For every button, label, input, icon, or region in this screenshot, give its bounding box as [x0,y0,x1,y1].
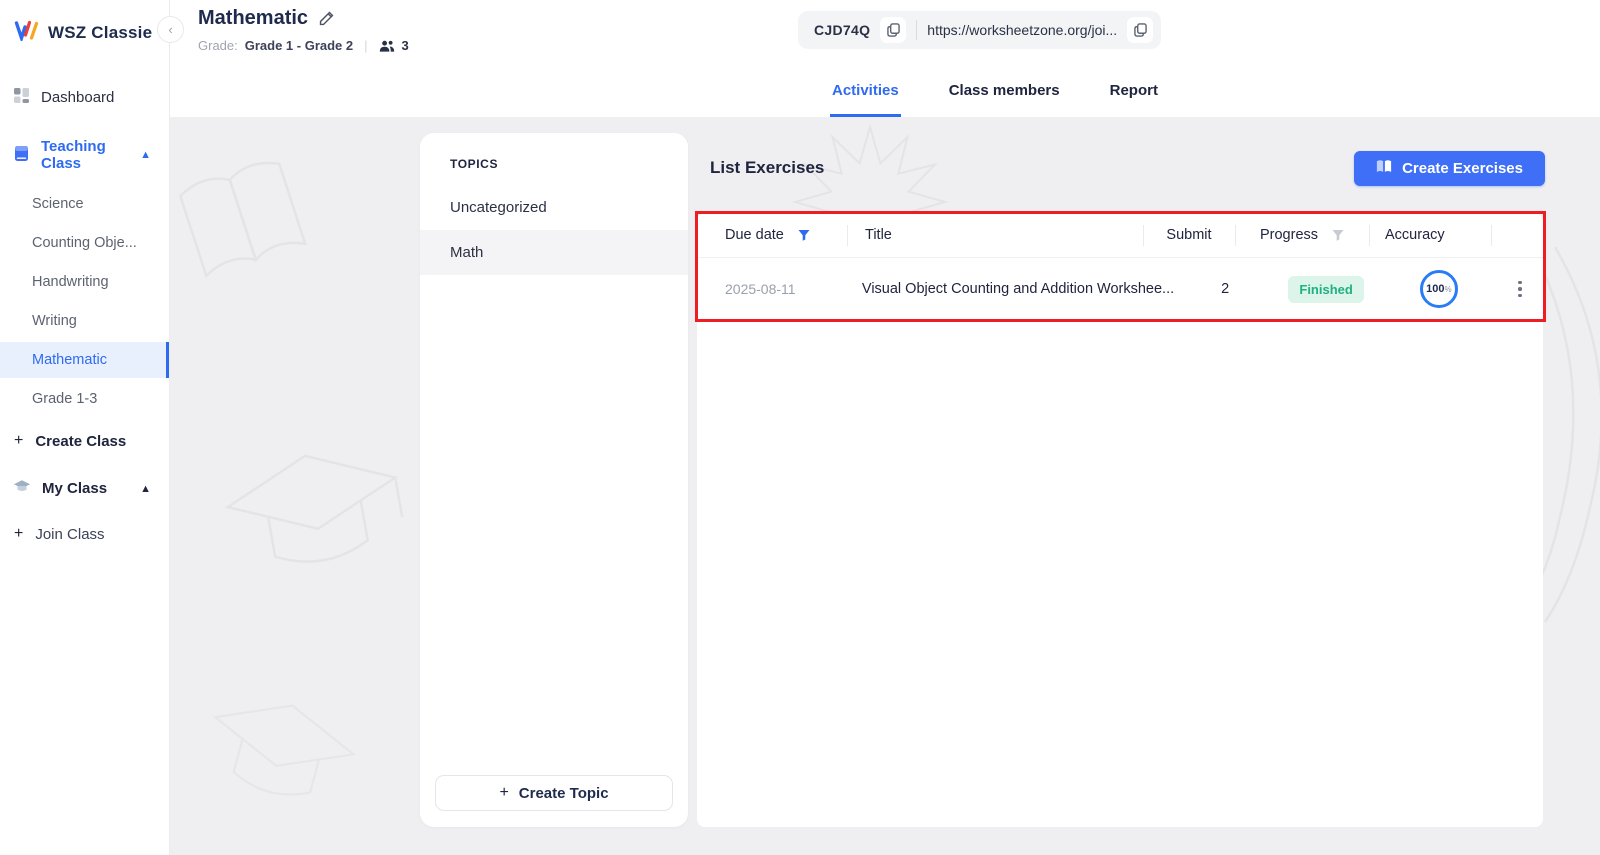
members-icon [379,39,395,53]
topics-panel: TOPICS Uncategorized Math + Create Topic [420,133,688,827]
col-submit: Submit [1166,227,1212,243]
chevron-up-icon: ▲ [140,149,151,161]
sidebar-item-grade-1-3[interactable]: Grade 1-3 [0,381,169,417]
exercise-title[interactable]: Visual Object Counting and Addition Work… [852,281,1184,297]
sidebar-item-teaching-class[interactable]: Teaching Class ▲ [0,127,169,183]
sidebar-item-writing[interactable]: Writing [0,303,169,339]
create-exercises-button[interactable]: Create Exercises [1354,150,1545,186]
table-header-row: Due date Title Submit Progress Accuracy [697,213,1543,258]
exercises-table: Due date Title Submit Progress Accuracy … [697,213,1543,827]
sidebar-item-mathematic[interactable]: Mathematic [0,342,169,378]
sidebar-item-label: Dashboard [41,89,115,106]
filter-icon-due-date[interactable] [798,229,810,241]
accuracy-unit: % [1444,284,1452,294]
tab-report[interactable]: Report [1108,78,1160,117]
plus-icon: + [14,525,24,542]
filter-icon-progress[interactable] [1332,229,1344,241]
class-meta: Grade: Grade 1 - Grade 2 | 3 [198,38,409,53]
plus-icon: + [499,784,509,801]
create-topic-button[interactable]: + Create Topic [435,775,673,811]
due-date-value: 2025-08-11 [725,281,796,297]
tab-bar: Activities Class members Report [830,78,1160,117]
share-divider [916,20,918,40]
member-count: 3 [401,38,409,53]
topic-item-uncategorized[interactable]: Uncategorized [420,185,688,230]
sidebar-item-my-class[interactable]: My Class ▲ [0,468,169,509]
my-class-icon [13,479,31,498]
top-header: Mathematic Grade: Grade 1 - Grade 2 | 3 … [170,0,1600,117]
brand-logo-icon [14,20,39,46]
brand: WSZ Classie [0,0,169,46]
class-code: CJD74Q [814,22,871,38]
edit-title-icon[interactable] [318,10,335,27]
teaching-class-icon [13,145,30,166]
chevron-up-icon: ▲ [140,482,151,495]
share-box: CJD74Q https://worksheetzone.org/joi... [798,11,1162,49]
accuracy-value: 100 [1426,283,1445,295]
status-badge: Finished [1288,275,1364,303]
brand-name: WSZ Classie [48,23,153,42]
create-class-button[interactable]: + Create Class [0,420,169,462]
page-title: Mathematic [198,7,309,29]
col-progress: Progress [1259,227,1319,243]
sidebar-item-handwriting[interactable]: Handwriting [0,264,169,300]
my-class-label: My Class [42,480,108,497]
grade-label: Grade: [198,38,238,53]
col-accuracy: Accuracy [1385,227,1445,243]
sidebar-item-science[interactable]: Science [0,186,169,222]
sidebar-nav: Dashboard Teaching Class ▲ Science Count… [0,76,169,555]
tab-class-members[interactable]: Class members [947,78,1062,117]
sidebar-collapse-button[interactable]: ‹ [157,16,184,43]
graduation-cap-doodle [208,422,421,603]
col-title: Title [865,227,892,243]
accuracy-ring: 100 % [1419,270,1458,308]
col-due-date: Due date [725,227,784,243]
book-doodle [170,140,325,294]
tab-activities[interactable]: Activities [830,78,901,117]
row-menu-button[interactable] [1512,275,1528,304]
submit-count: 2 [1221,281,1230,297]
list-exercises-title: List Exercises [710,158,825,177]
create-class-label: Create Class [35,432,127,450]
app-window: Mathematic Grade: Grade 1 - Grade 2 | 3 … [0,0,1600,855]
topic-item-math[interactable]: Math [420,230,688,275]
sidebar-item-label: Teaching Class [41,138,106,172]
divider: | [364,38,368,53]
sidebar: WSZ Classie Dashboard Teaching Class ▲ S… [0,0,170,855]
join-class-button[interactable]: + Join Class [0,513,169,555]
dashboard-icon [13,87,30,108]
create-exercises-label: Create Exercises [1402,159,1523,177]
sidebar-item-counting-objects[interactable]: Counting Obje... [0,225,169,261]
grade-value: Grade 1 - Grade 2 [244,38,354,53]
copy-url-button[interactable] [1127,17,1154,43]
sidebar-item-dashboard[interactable]: Dashboard [0,76,169,119]
create-topic-label: Create Topic [518,784,609,802]
table-row[interactable]: 2025-08-11 Visual Object Counting and Ad… [697,258,1543,321]
join-class-label: Join Class [35,525,105,543]
topics-heading: TOPICS [450,157,499,171]
plus-icon: + [14,432,24,449]
copy-code-button[interactable] [880,17,907,43]
book-icon [1376,159,1392,178]
cap-doodle-2 [186,669,374,836]
class-url: https://worksheetzone.org/joi... [927,22,1118,38]
